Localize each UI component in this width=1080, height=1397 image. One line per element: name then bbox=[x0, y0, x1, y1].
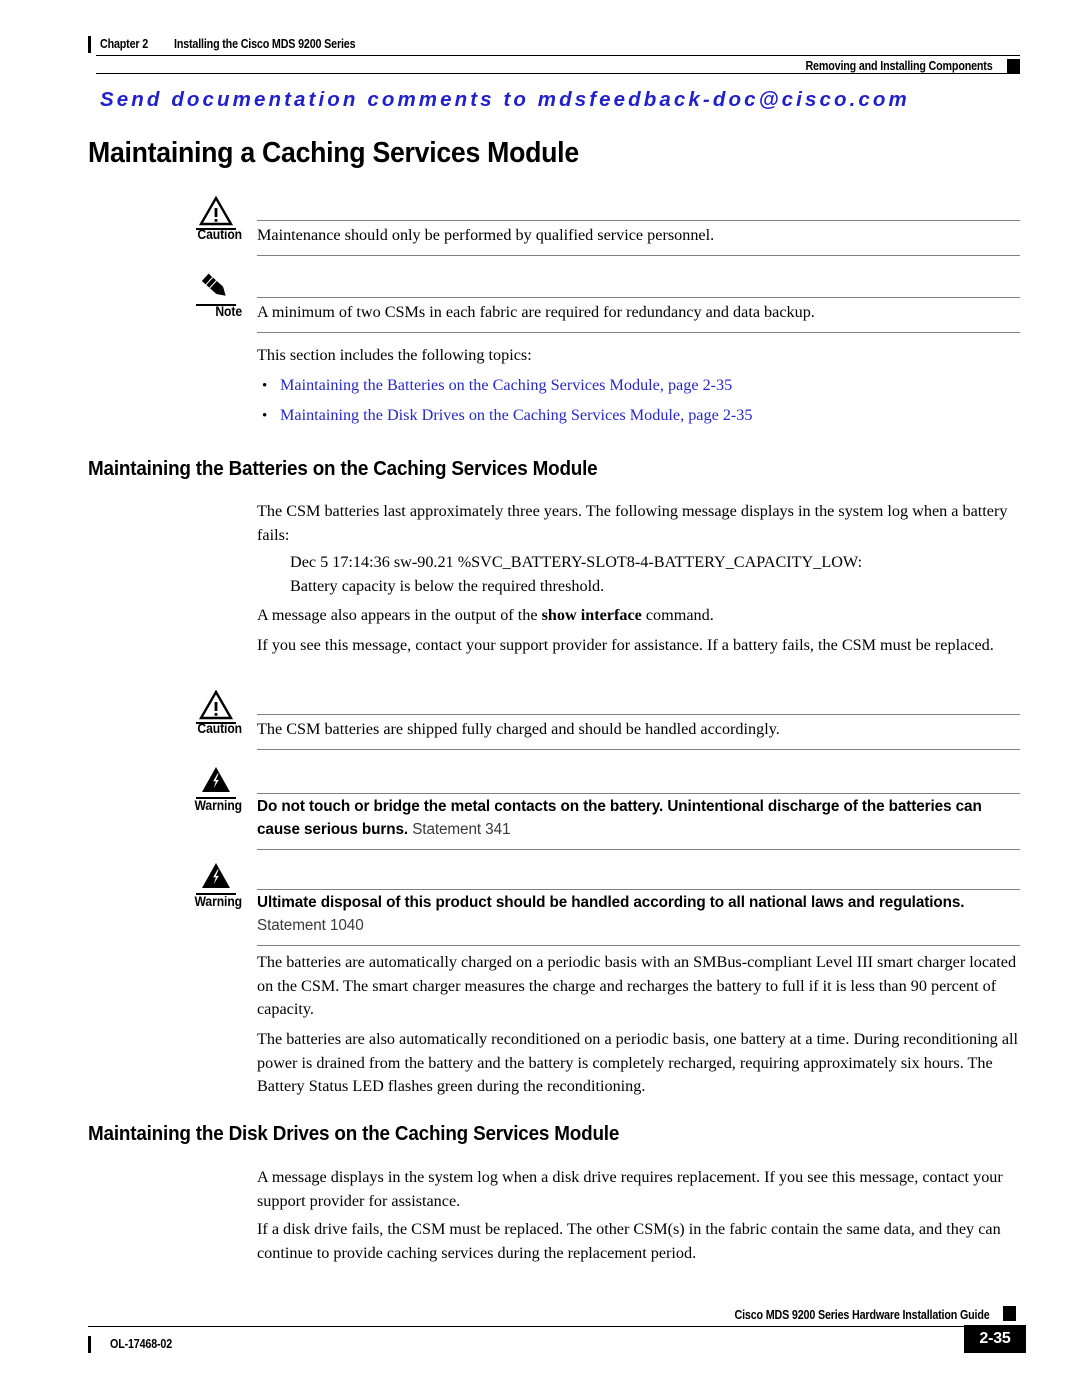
footer-tab-marker bbox=[1003, 1306, 1016, 1321]
header-rule-bottom bbox=[96, 73, 1020, 74]
heading-maintaining-disk-drives: Maintaining the Disk Drives on the Cachi… bbox=[88, 1122, 620, 1145]
page-header-chapter: Chapter 2 Installing the Cisco MDS 9200 … bbox=[88, 33, 1020, 55]
caution-text: The CSM batteries are shipped fully char… bbox=[257, 720, 780, 738]
section-intro-text: This section includes the following topi… bbox=[257, 346, 532, 364]
p2-after: command. bbox=[641, 606, 714, 624]
warning-text: Ultimate disposal of this product should… bbox=[257, 892, 1017, 937]
link-maintaining-batteries[interactable]: Maintaining the Batteries on the Caching… bbox=[280, 374, 732, 397]
footer-document-id: OL-17468-02 bbox=[110, 1337, 173, 1351]
warning-text: Do not touch or bridge the metal contact… bbox=[257, 796, 1017, 841]
warning-bold-text: Do not touch or bridge the metal contact… bbox=[257, 798, 982, 838]
batteries-paragraph-5: The batteries are also automatically rec… bbox=[257, 1030, 1019, 1095]
header-chapter-title: Installing the Cisco MDS 9200 Series bbox=[173, 37, 356, 51]
batteries-paragraph-3: If you see this message, contact your su… bbox=[257, 636, 994, 654]
footer-left-tab-marker bbox=[88, 1335, 91, 1353]
header-chapter-label: Chapter 2 bbox=[100, 37, 149, 51]
feedback-banner: Send documentation comments to mdsfeedba… bbox=[100, 88, 910, 111]
batteries-paragraph-2: A message also appears in the output of … bbox=[257, 604, 1019, 628]
syslog-line-1: Dec 5 17:14:36 sw-90.21 %SVC_BATTERY-SLO… bbox=[290, 553, 863, 571]
warning-label: Warning bbox=[194, 894, 242, 909]
link-maintaining-disk-drives[interactable]: Maintaining the Disk Drives on the Cachi… bbox=[280, 404, 753, 427]
caution-triangle-icon bbox=[194, 690, 238, 724]
disk-paragraph-1: A message displays in the system log whe… bbox=[257, 1168, 1003, 1210]
caution-label: Caution bbox=[197, 721, 242, 736]
note-text: A minimum of two CSMs in each fabric are… bbox=[257, 303, 815, 321]
admonition-rule-top bbox=[257, 220, 1020, 221]
admonition-rule-bottom bbox=[257, 255, 1020, 256]
admonition-rule-top bbox=[257, 793, 1020, 794]
admonition-rule-bottom bbox=[257, 332, 1020, 333]
p2-before: A message also appears in the output of … bbox=[257, 606, 542, 624]
document-page: Chapter 2 Installing the Cisco MDS 9200 … bbox=[0, 0, 1080, 1397]
topic-list-item-batteries[interactable]: • Maintaining the Batteries on the Cachi… bbox=[262, 374, 1022, 398]
admonition-rule-top bbox=[257, 297, 1020, 298]
warning-lightning-icon bbox=[194, 765, 238, 799]
footer-left-group: OL-17468-02 bbox=[88, 1333, 182, 1355]
caution-triangle-icon bbox=[194, 196, 238, 230]
page-title: Maintaining a Caching Services Module bbox=[88, 137, 579, 169]
bullet-icon: • bbox=[262, 408, 268, 424]
heading-maintaining-batteries: Maintaining the Batteries on the Caching… bbox=[88, 457, 598, 480]
admonition-rule-top bbox=[257, 714, 1020, 715]
admonition-rule-bottom bbox=[257, 945, 1020, 946]
caution-text: Maintenance should only be performed by … bbox=[257, 226, 715, 244]
warning-lightning-icon bbox=[194, 861, 238, 895]
warning-label: Warning bbox=[194, 798, 242, 813]
footer-page-number: 2-35 bbox=[964, 1325, 1026, 1353]
admonition-rule-top bbox=[257, 889, 1020, 890]
warning-statement-number: Statement 341 bbox=[412, 820, 511, 838]
header-section-title: Removing and Installing Components bbox=[805, 59, 993, 73]
footer-rule bbox=[88, 1326, 968, 1327]
admonition-rule-bottom bbox=[257, 749, 1020, 750]
disk-paragraph-2: If a disk drive fails, the CSM must be r… bbox=[257, 1220, 1001, 1262]
admonition-rule-bottom bbox=[257, 849, 1020, 850]
header-left-tab-marker bbox=[88, 35, 91, 53]
note-pencil-icon bbox=[194, 272, 238, 306]
batteries-paragraph-1: The CSM batteries last approximately thr… bbox=[257, 502, 1008, 544]
batteries-paragraph-4: The batteries are automatically charged … bbox=[257, 953, 1017, 1018]
caution-label: Caution bbox=[197, 227, 242, 242]
warning-statement-number: Statement 1040 bbox=[257, 916, 364, 934]
topic-list-item-disk-drives[interactable]: • Maintaining the Disk Drives on the Cac… bbox=[262, 404, 1022, 428]
command-show-interface: show interface bbox=[541, 606, 642, 624]
bullet-icon: • bbox=[262, 378, 268, 394]
header-right-tab-marker bbox=[1007, 59, 1020, 73]
syslog-line-2: Battery capacity is below the required t… bbox=[290, 576, 605, 595]
footer-guide-title: Cisco MDS 9200 Series Hardware Installat… bbox=[734, 1308, 990, 1322]
warning-bold-text: Ultimate disposal of this product should… bbox=[257, 894, 965, 911]
syslog-message-block: Dec 5 17:14:36 sw-90.21 %SVC_BATTERY-SLO… bbox=[290, 551, 1020, 598]
note-label: Note bbox=[215, 304, 242, 319]
